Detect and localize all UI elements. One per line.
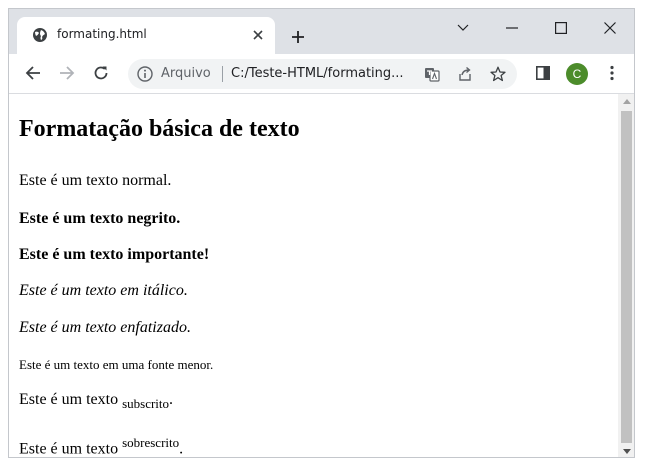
maximize-icon[interactable] [541, 13, 581, 43]
close-icon[interactable] [249, 26, 267, 44]
scroll-down-arrow-icon[interactable] [618, 444, 634, 457]
emphasis-text-label: Este é um texto enfatizado. [19, 319, 191, 336]
subscript-prefix: Este é um texto [19, 391, 123, 408]
toolbar: Arquivo C:/Teste-HTML/formating... C [9, 54, 634, 94]
url-text[interactable]: C:/Teste-HTML/formating... [231, 66, 404, 81]
tab-title: formating.html [57, 27, 147, 41]
italic-text-label: Este é um texto em itálico. [19, 282, 188, 299]
origin-separator [222, 66, 223, 82]
origin-label: Arquivo [161, 66, 211, 81]
globe-icon [32, 27, 48, 43]
page-viewport: Formatação básica de texto Este é um tex… [9, 94, 618, 458]
emphasis-text: Este é um texto enfatizado. [19, 319, 191, 337]
subscript-text: subscrito [122, 396, 170, 412]
forward-icon[interactable] [54, 60, 80, 86]
scroll-up-arrow-icon[interactable] [618, 94, 634, 108]
subscript-line: Este é um texto subscrito. [19, 391, 173, 412]
strong-text: Este é um texto importante! [19, 246, 209, 264]
small-text: Este é um texto em uma fonte menor. [19, 357, 213, 373]
back-icon[interactable] [20, 60, 46, 86]
chevron-down-icon[interactable] [443, 13, 483, 43]
avatar[interactable]: C [566, 63, 588, 85]
reload-icon[interactable] [88, 60, 114, 86]
scrollbar-thumb[interactable] [621, 111, 632, 443]
superscript-line: Este é um texto sobrescrito. [19, 435, 184, 458]
vertical-scrollbar[interactable] [618, 94, 634, 457]
subscript-suffix: . [169, 391, 174, 408]
address-bar[interactable]: Arquivo C:/Teste-HTML/formating... [128, 59, 517, 89]
superscript-prefix: Este é um texto [19, 440, 123, 458]
close-window-icon[interactable] [590, 13, 630, 43]
side-panel-icon[interactable] [530, 60, 556, 86]
superscript-text: sobrescrito [122, 435, 180, 450]
share-icon[interactable] [456, 65, 474, 83]
info-icon[interactable] [137, 66, 153, 82]
star-icon[interactable] [489, 65, 507, 83]
strong-text-label: Este é um texto importante! [19, 246, 210, 263]
page-heading: Formatação básica de texto [19, 116, 300, 142]
new-tab-button[interactable] [287, 26, 309, 48]
tab-formating[interactable]: formating.html [17, 17, 275, 54]
browser-window: formating.html Arquivo C:/Teste-HTML/for… [8, 8, 635, 458]
plus-icon [292, 31, 304, 43]
bold-text-label: Este é um texto negrito. [19, 210, 181, 227]
tab-strip: formating.html [9, 9, 634, 54]
minimize-icon[interactable] [492, 13, 532, 43]
superscript-suffix: . [179, 440, 184, 458]
translate-icon[interactable] [423, 65, 441, 83]
more-menu-icon[interactable] [599, 60, 625, 86]
small-text-label: Este é um texto em uma fonte menor. [19, 357, 214, 372]
normal-text: Este é um texto normal. [19, 172, 172, 189]
bold-text: Este é um texto negrito. [19, 210, 180, 228]
italic-text: Este é um texto em itálico. [19, 282, 188, 300]
